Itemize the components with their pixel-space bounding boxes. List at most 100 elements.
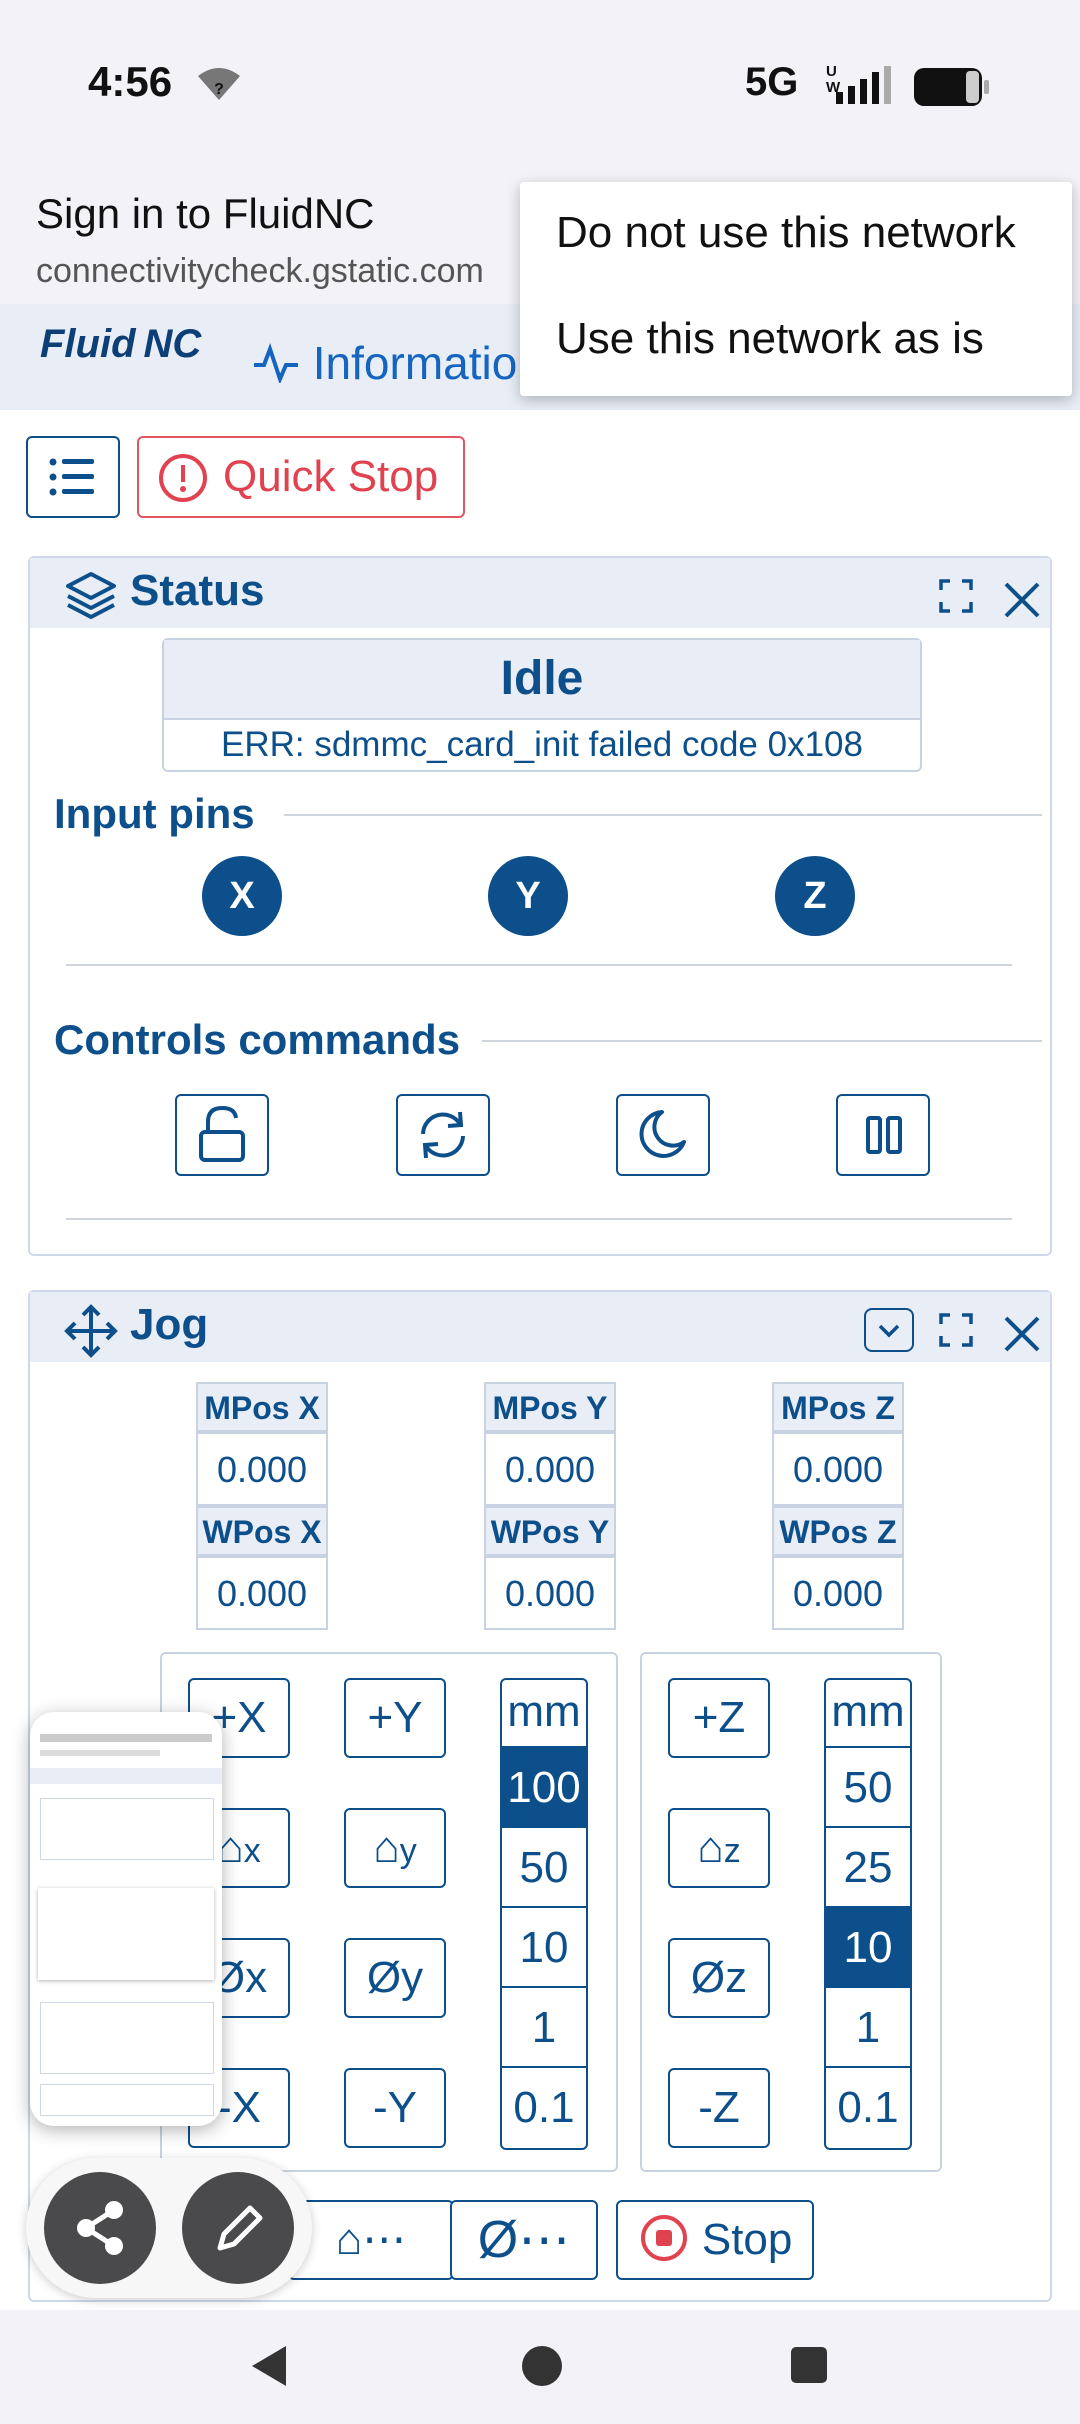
moon-icon bbox=[639, 1110, 686, 1158]
machine-state: Idle bbox=[164, 640, 920, 720]
z-step-option[interactable]: 10 bbox=[826, 1908, 910, 1988]
controls-commands-title: Controls commands bbox=[54, 1016, 461, 1063]
network-type: 5G bbox=[745, 60, 799, 104]
home-icon: ⌂ bbox=[373, 1823, 400, 1872]
menu-button[interactable] bbox=[26, 436, 120, 518]
xy-step-option[interactable]: 50 bbox=[502, 1828, 586, 1908]
sleep-button[interactable] bbox=[616, 1094, 710, 1176]
wpos-y-label: WPos Y bbox=[484, 1506, 616, 1556]
jog-plus-y-button[interactable]: +Y bbox=[344, 1678, 446, 1758]
xy-step-option[interactable]: 10 bbox=[502, 1908, 586, 1988]
logo-text: Fluid NC bbox=[40, 322, 202, 366]
close-icon[interactable] bbox=[1002, 580, 1042, 620]
tab-information-label: Informatio bbox=[312, 337, 518, 389]
z-step-option[interactable]: 50 bbox=[826, 1748, 910, 1828]
unlock-icon bbox=[199, 1105, 245, 1162]
status-panel: Status Idle ERR: sdmmc_card_init failed … bbox=[28, 556, 1052, 1256]
tab-information[interactable]: Informatio bbox=[252, 336, 517, 390]
stop-button[interactable]: Stop bbox=[616, 2200, 814, 2280]
mpos-y-value: 0.000 bbox=[484, 1432, 616, 1506]
system-navigation-bar bbox=[0, 2310, 1080, 2424]
mpos-y-label: MPos Y bbox=[484, 1382, 616, 1432]
input-pins-title: Input pins bbox=[54, 790, 255, 837]
unlock-button[interactable] bbox=[175, 1094, 269, 1176]
network-options-menu: Do not use this network Use this network… bbox=[520, 182, 1072, 396]
home-icon: ⌂ bbox=[335, 2215, 363, 2264]
home-all-button[interactable]: ⌂⋯ bbox=[288, 2200, 454, 2280]
back-icon[interactable] bbox=[250, 2344, 290, 2388]
mpos-x-value: 0.000 bbox=[196, 1432, 328, 1506]
quick-stop-label: Quick Stop bbox=[223, 452, 439, 501]
reset-icon bbox=[421, 1111, 465, 1159]
quick-stop-button[interactable]: Quick Stop bbox=[137, 436, 465, 518]
divider bbox=[482, 1040, 1042, 1042]
divider bbox=[66, 964, 1012, 966]
share-icon bbox=[77, 2201, 123, 2255]
layers-icon bbox=[66, 572, 116, 619]
zero-z-button[interactable]: Øz bbox=[668, 1938, 770, 2018]
wpos-z-label: WPos Z bbox=[772, 1506, 904, 1556]
wpos-x-value: 0.000 bbox=[196, 1556, 328, 1630]
pause-icon bbox=[866, 1116, 902, 1154]
preview-dialog bbox=[38, 1888, 214, 1980]
battery-icon bbox=[914, 68, 989, 106]
pencil-icon bbox=[217, 2205, 263, 2251]
close-icon[interactable] bbox=[1002, 1314, 1042, 1354]
preview-line bbox=[40, 1750, 160, 1756]
wpos-y-value: 0.000 bbox=[484, 1556, 616, 1630]
stop-circle-icon bbox=[640, 2215, 687, 2261]
jog-minus-z-button[interactable]: -Z bbox=[668, 2068, 770, 2148]
z-step-option[interactable]: 0.1 bbox=[826, 2068, 910, 2148]
divider bbox=[66, 1218, 1012, 1220]
home-z-button[interactable]: ⌂z bbox=[668, 1808, 770, 1888]
divider bbox=[284, 814, 1042, 816]
list-icon bbox=[49, 458, 94, 496]
preview-panel bbox=[40, 2002, 214, 2074]
xy-step-option[interactable]: 1 bbox=[502, 1988, 586, 2068]
home-icon: ⌂ bbox=[697, 1823, 724, 1872]
fullscreen-icon[interactable] bbox=[938, 1312, 974, 1348]
position-x: MPos X 0.000 WPos X 0.000 bbox=[196, 1382, 328, 1630]
status-panel-title: Status bbox=[130, 566, 265, 615]
reset-button[interactable] bbox=[396, 1094, 490, 1176]
xy-step-option[interactable]: 0.1 bbox=[502, 2068, 586, 2148]
home-x-label: x bbox=[243, 1832, 261, 1870]
home-all-label: ⋯ bbox=[362, 2215, 407, 2264]
fullscreen-icon[interactable] bbox=[938, 578, 974, 614]
state-box: Idle ERR: sdmmc_card_init failed code 0x… bbox=[162, 638, 922, 772]
svg-text:?: ? bbox=[214, 81, 224, 98]
z-jog-block: +Z ⌂z Øz -Z mm 50 25 10 1 0.1 bbox=[640, 1652, 942, 2172]
wifi-icon: ? bbox=[198, 68, 240, 100]
zero-all-button[interactable]: Ø⋯ bbox=[450, 2200, 598, 2280]
signal-icon bbox=[836, 66, 891, 104]
mpos-z-label: MPos Z bbox=[772, 1382, 904, 1432]
jog-panel-title: Jog bbox=[130, 1300, 209, 1349]
share-button[interactable] bbox=[44, 2172, 156, 2284]
recents-icon[interactable] bbox=[790, 2346, 828, 2384]
screenshot-preview-thumbnail[interactable] bbox=[30, 1712, 222, 2126]
stop-label: Stop bbox=[701, 2215, 793, 2264]
edit-button[interactable] bbox=[182, 2172, 294, 2284]
xy-step-unit: mm bbox=[502, 1680, 586, 1748]
home-nav-icon[interactable] bbox=[520, 2344, 564, 2388]
z-step-selector: mm 50 25 10 1 0.1 bbox=[824, 1678, 912, 2150]
mpos-z-value: 0.000 bbox=[772, 1432, 904, 1506]
xy-step-option[interactable]: 100 bbox=[502, 1748, 586, 1828]
preview-line bbox=[40, 1734, 212, 1742]
position-y: MPos Y 0.000 WPos Y 0.000 bbox=[484, 1382, 616, 1630]
z-step-option[interactable]: 25 bbox=[826, 1828, 910, 1908]
pin-y: Y bbox=[488, 856, 568, 936]
z-step-option[interactable]: 1 bbox=[826, 1988, 910, 2068]
pause-button[interactable] bbox=[836, 1094, 930, 1176]
position-z: MPos Z 0.000 WPos Z 0.000 bbox=[772, 1382, 904, 1630]
pin-x: X bbox=[202, 856, 282, 936]
home-y-button[interactable]: ⌂y bbox=[344, 1808, 446, 1888]
jog-plus-z-button[interactable]: +Z bbox=[668, 1678, 770, 1758]
menu-item-use-as-is[interactable]: Use this network as is bbox=[556, 314, 984, 364]
jog-minus-y-button[interactable]: -Y bbox=[344, 2068, 446, 2148]
move-icon bbox=[64, 1304, 118, 1358]
zero-y-button[interactable]: Øy bbox=[344, 1938, 446, 2018]
preview-panel bbox=[40, 1798, 214, 1860]
menu-item-do-not-use[interactable]: Do not use this network bbox=[556, 208, 1016, 258]
collapse-button[interactable] bbox=[864, 1308, 914, 1352]
